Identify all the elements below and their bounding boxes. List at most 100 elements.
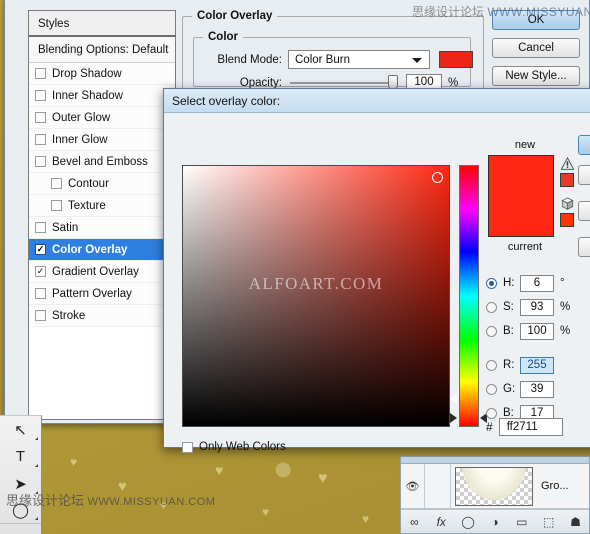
move-tool[interactable]: ↖ (0, 416, 41, 443)
blending-options-row[interactable]: Blending Options: Default (29, 37, 175, 63)
opacity-slider[interactable] (290, 74, 398, 90)
color-overlay-group: Color Overlay Color Blend Mode: Color Bu… (182, 10, 484, 92)
radio-saturation[interactable] (486, 301, 497, 313)
websafe-cube-icon[interactable] (560, 197, 575, 211)
red-input[interactable]: 255 (520, 356, 554, 374)
picker-cancel-button[interactable] (578, 165, 590, 185)
checkbox-color-overlay[interactable]: ✓ (35, 244, 46, 255)
hex-input[interactable]: ff2711 (498, 418, 563, 436)
checkbox-contour[interactable] (51, 178, 62, 189)
checkbox-inner-glow[interactable] (35, 134, 46, 145)
move-tool-icon: ↖ (14, 421, 27, 439)
style-label: Texture (68, 199, 106, 212)
radio-red[interactable] (486, 359, 497, 371)
style-item-contour[interactable]: Contour (29, 173, 175, 195)
radio-hue[interactable] (486, 277, 497, 289)
color-channel-fields: H: 6 ° S: 93 % B: 100 % R: 255 G: 39 B: … (486, 271, 574, 425)
checkbox-bevel-and-emboss[interactable] (35, 156, 46, 167)
add-layer-mask-icon[interactable]: ◯ (459, 515, 477, 529)
channel-label-s: S: (503, 301, 514, 313)
style-label: Inner Shadow (52, 89, 123, 102)
styles-list[interactable]: Styles Blending Options: Default Drop Sh… (28, 10, 176, 420)
gamut-warning-swatch[interactable] (560, 173, 574, 187)
checkbox-outer-glow[interactable] (35, 112, 46, 123)
hue-input[interactable]: 6 (520, 274, 554, 292)
layer-name-label[interactable]: Gro... (541, 480, 569, 492)
new-layer-icon[interactable]: ⬚ (540, 515, 558, 529)
checkbox-only-web-colors[interactable] (182, 441, 193, 453)
layers-panel-titlebar[interactable] (401, 457, 589, 464)
style-item-inner-glow[interactable]: Inner Glow (29, 129, 175, 151)
layers-panel-toolbar: ∞ fx ◯ ◑ ▭ ⬚ ☗ (401, 509, 589, 533)
picker-color-libraries-button[interactable] (578, 237, 590, 257)
style-item-color-overlay[interactable]: ✓ Color Overlay (29, 239, 175, 261)
current-color-swatch[interactable] (489, 196, 553, 236)
field-watermark: ALFOART.COM (248, 274, 384, 293)
radio-green[interactable] (486, 383, 497, 395)
style-label: Pattern Overlay (52, 287, 132, 300)
delete-layer-trash-icon[interactable]: ☗ (566, 515, 584, 529)
style-item-pattern-overlay[interactable]: Pattern Overlay (29, 283, 175, 305)
picker-add-swatches-button[interactable] (578, 201, 590, 221)
brightness-input[interactable]: 100 (520, 322, 554, 340)
style-item-texture[interactable]: Texture (29, 195, 175, 217)
new-style-button[interactable]: New Style... (492, 66, 580, 86)
radio-brightness[interactable] (486, 325, 497, 337)
tool-flyout-corner-icon (35, 517, 38, 520)
green-input[interactable]: 39 (520, 380, 554, 398)
layer-row[interactable]: 👁 Gro... (401, 464, 589, 509)
blend-mode-select[interactable]: Color Burn (288, 50, 430, 69)
style-label: Gradient Overlay (52, 265, 139, 278)
link-layers-icon[interactable]: ∞ (405, 515, 423, 529)
checkbox-texture[interactable] (51, 200, 62, 211)
style-item-inner-shadow[interactable]: Inner Shadow (29, 85, 175, 107)
style-item-stroke[interactable]: Stroke (29, 305, 175, 327)
color-field-marker[interactable] (432, 172, 443, 183)
adjustment-layer-icon[interactable]: ◑ (486, 515, 504, 529)
checkbox-stroke[interactable] (35, 310, 46, 321)
checkbox-inner-shadow[interactable] (35, 90, 46, 101)
gamut-warning-icon[interactable] (560, 157, 575, 171)
tool-flyout-corner-icon (35, 491, 38, 494)
checkbox-gradient-overlay[interactable]: ✓ (35, 266, 46, 277)
radio-blue[interactable] (486, 407, 497, 419)
style-label: Color Overlay (52, 243, 128, 256)
style-item-drop-shadow[interactable]: Drop Shadow (29, 63, 175, 85)
overlay-color-swatch[interactable] (439, 51, 473, 68)
blend-mode-row: Blend Mode: Color Burn (206, 50, 473, 69)
style-item-satin[interactable]: Satin (29, 217, 175, 239)
style-item-bevel-and-emboss[interactable]: Bevel and Emboss (29, 151, 175, 173)
cancel-button[interactable]: Cancel (492, 38, 580, 58)
saturation-brightness-field[interactable]: ALFOART.COM (182, 165, 457, 427)
brightness-unit: % (560, 325, 571, 337)
saturation-input[interactable]: 93 (520, 298, 554, 316)
picker-ok-button[interactable] (578, 135, 590, 155)
blend-mode-label: Blend Mode: (217, 53, 282, 66)
only-web-colors-row[interactable]: Only Web Colors (182, 441, 286, 453)
type-tool[interactable]: T (0, 443, 41, 470)
path-selection-tool-icon: ➤ (14, 475, 27, 493)
style-item-outer-glow[interactable]: Outer Glow (29, 107, 175, 129)
websafe-color-swatch[interactable] (560, 213, 574, 227)
checkbox-pattern-overlay[interactable] (35, 288, 46, 299)
style-item-gradient-overlay[interactable]: ✓ Gradient Overlay (29, 261, 175, 283)
ok-button[interactable]: OK (492, 10, 580, 30)
tool-flyout-corner-icon (35, 437, 38, 440)
ellipse-shape-tool[interactable]: ◯ (0, 497, 41, 524)
hue-marker-left-icon[interactable] (450, 413, 457, 423)
dialog-buttons: OK Cancel New Style... (492, 10, 580, 94)
path-selection-tool[interactable]: ➤ (0, 470, 41, 497)
layer-visibility-eye-icon[interactable]: 👁 (401, 464, 425, 508)
new-group-icon[interactable]: ▭ (513, 515, 531, 529)
opacity-label: Opacity: (239, 76, 282, 89)
style-label: Satin (52, 221, 79, 234)
hue-slider[interactable] (459, 165, 479, 427)
checkbox-satin[interactable] (35, 222, 46, 233)
channel-label-g: G: (503, 383, 516, 395)
layers-panel: 👁 Gro... ∞ fx ◯ ◑ ▭ ⬚ ☗ (400, 456, 590, 534)
toolbox: ↖ T ➤ ◯ (0, 415, 42, 534)
type-tool-icon: T (15, 448, 26, 465)
checkbox-drop-shadow[interactable] (35, 68, 46, 79)
layer-effects-fx-icon[interactable]: fx (432, 515, 450, 529)
layer-thumbnail[interactable] (455, 466, 533, 506)
